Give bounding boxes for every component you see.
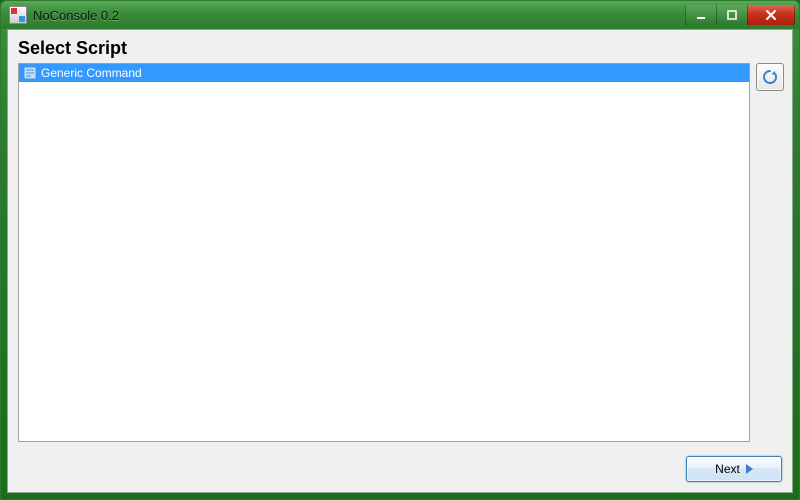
chevron-right-icon bbox=[746, 464, 753, 474]
script-icon bbox=[23, 66, 37, 80]
close-icon bbox=[765, 10, 777, 20]
minimize-button[interactable] bbox=[685, 5, 717, 26]
side-column bbox=[756, 63, 782, 442]
footer: Next bbox=[8, 450, 792, 492]
app-icon bbox=[9, 6, 27, 24]
page-heading: Select Script bbox=[8, 30, 792, 63]
minimize-icon bbox=[696, 10, 706, 20]
maximize-button[interactable] bbox=[716, 5, 748, 26]
list-item-label: Generic Command bbox=[41, 66, 142, 80]
close-button[interactable] bbox=[747, 5, 795, 26]
refresh-button[interactable] bbox=[756, 63, 784, 91]
script-list[interactable]: Generic Command bbox=[18, 63, 750, 442]
window-controls bbox=[686, 5, 795, 26]
next-button[interactable]: Next bbox=[686, 456, 782, 482]
next-button-label: Next bbox=[715, 462, 740, 476]
refresh-icon bbox=[762, 69, 778, 85]
client-area: Select Script Generic Command bbox=[7, 29, 793, 493]
window-frame: NoConsole 0.2 Select Script bbox=[0, 0, 800, 500]
list-item[interactable]: Generic Command bbox=[19, 64, 749, 82]
window-title: NoConsole 0.2 bbox=[33, 8, 686, 23]
main-row: Generic Command bbox=[8, 63, 792, 450]
titlebar[interactable]: NoConsole 0.2 bbox=[1, 1, 799, 29]
maximize-icon bbox=[727, 10, 737, 20]
